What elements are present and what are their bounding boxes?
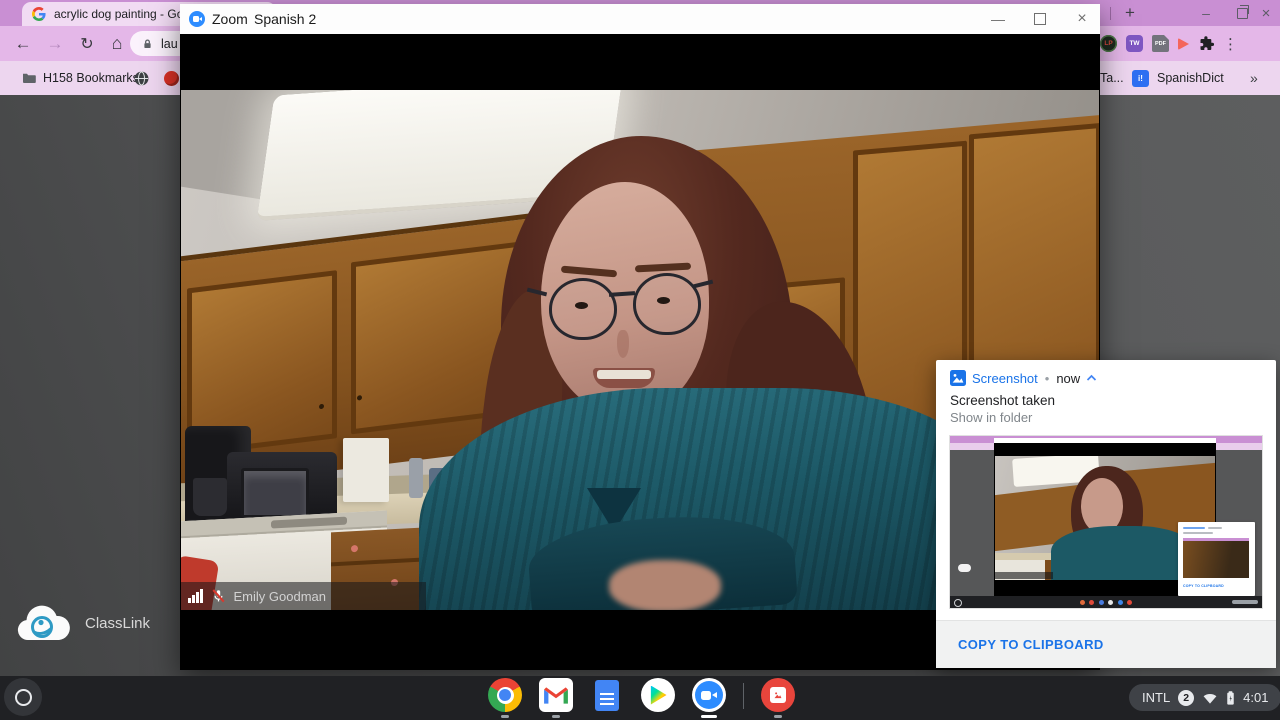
lastpass-extension-icon[interactable]: LP <box>1100 35 1117 52</box>
notification-time: now <box>1056 370 1081 386</box>
globe-favicon-icon <box>134 70 149 86</box>
forward-button[interactable]: → <box>40 26 70 61</box>
lock-icon <box>142 38 153 50</box>
shelf-item-play-store[interactable] <box>641 678 675 718</box>
glasses-left-lens <box>549 278 617 340</box>
participant-smile <box>593 368 655 388</box>
play-store-icon <box>641 678 675 712</box>
extensions-row: LP TW PDF ⋮ <box>1100 26 1238 61</box>
screenshot-app-icon <box>950 370 966 386</box>
reload-button[interactable]: ↻ <box>72 26 102 61</box>
shelf-separator <box>743 683 744 709</box>
status-tray[interactable]: INTL 2 4:01 <box>1129 684 1280 711</box>
classlink-cloud-icon <box>14 602 72 644</box>
bookmark-folder-label: H158 Bookmarks <box>43 71 139 85</box>
zoom-app-name: Zoom <box>212 11 248 27</box>
launcher-circle-icon <box>14 688 32 706</box>
tab-title: acrylic dog painting - Googl <box>54 7 200 21</box>
zoom-meeting-title: Spanish 2 <box>254 11 317 27</box>
collapse-chevron-icon[interactable] <box>1086 374 1097 382</box>
screenshot-notification[interactable]: Screenshot • now Screenshot taken Show i… <box>936 360 1276 668</box>
bookmarks-overflow-icon[interactable]: » <box>1250 61 1258 95</box>
shelf-item-docs[interactable] <box>590 678 624 718</box>
notification-footer: COPY TO CLIPBOARD <box>936 620 1276 668</box>
counter-bottle <box>409 458 423 498</box>
docs-icon <box>590 678 624 712</box>
spanishdict-icon: i! <box>1132 69 1149 87</box>
shelf-item-chrome[interactable] <box>488 678 522 718</box>
thumbnail-mini-action: COPY TO CLIPBOARD <box>1183 584 1224 588</box>
notification-source: Screenshot <box>972 370 1038 386</box>
red-favicon-icon <box>164 70 179 86</box>
extensions-puzzle-icon[interactable] <box>1198 35 1214 52</box>
zoom-title-bar[interactable]: Zoom Spanish 2 — × <box>180 4 1100 35</box>
spanishdict-label: SpanishDict <box>1157 71 1224 85</box>
browser-menu-icon[interactable]: ⋮ <box>1223 35 1238 53</box>
restore-icon <box>1236 4 1249 19</box>
address-text: lau <box>161 36 178 51</box>
home-button[interactable]: ⌂ <box>102 26 132 61</box>
bookmark-globe[interactable] <box>134 61 149 95</box>
muted-mic-icon <box>211 588 226 604</box>
battery-icon <box>1226 690 1235 706</box>
copy-to-clipboard-button[interactable]: COPY TO CLIPBOARD <box>958 637 1104 652</box>
screenshot-tool-icon <box>761 678 795 712</box>
signal-bars-icon <box>188 589 203 603</box>
gmail-running-indicator <box>552 715 560 718</box>
chromeos-shelf: INTL 2 4:01 <box>0 676 1280 720</box>
bookmarks-folder-icon <box>22 72 36 84</box>
participant-hand <box>609 560 721 610</box>
wifi-icon <box>1202 691 1218 705</box>
browser-minimize-button[interactable]: – <box>1192 0 1220 26</box>
notification-header: Screenshot • now <box>950 370 1097 386</box>
bookmark-truncated[interactable]: Ta... <box>1100 61 1124 95</box>
maximize-icon <box>1034 13 1046 25</box>
launcher-button[interactable] <box>4 678 42 716</box>
tw-extension-icon[interactable]: TW <box>1126 35 1143 52</box>
browser-close-button[interactable]: × <box>1252 0 1280 26</box>
zoom-close-button[interactable]: × <box>1067 4 1097 34</box>
classlink-label: ClassLink <box>85 614 151 632</box>
thumbnail-mini-shelf <box>950 596 1262 608</box>
play-extension-icon[interactable] <box>1178 37 1189 50</box>
notification-separator: • <box>1044 370 1050 386</box>
participant-face <box>526 182 714 414</box>
gmail-icon <box>539 678 573 712</box>
bookmark-folder-h158[interactable]: H158 Bookmarks <box>22 61 139 95</box>
classlink-logo[interactable]: ClassLink <box>14 602 150 644</box>
thumbnail-mini-notification: COPY TO CLIPBOARD <box>1178 522 1255 596</box>
bookmark-red-site[interactable] <box>164 61 179 95</box>
zoom-maximize-button[interactable] <box>1025 4 1055 34</box>
thumbnail-mini-launcher <box>954 599 962 607</box>
pdf-extension-icon[interactable]: PDF <box>1152 35 1169 52</box>
screenshot-thumbnail[interactable]: COPY TO CLIPBOARD <box>949 435 1263 609</box>
glasses-right-lens <box>633 273 701 335</box>
thumbnail-mini-status <box>1232 600 1258 604</box>
tab-separator <box>1110 7 1111 20</box>
zoom-shelf-icon <box>692 678 726 712</box>
participant-name-tag: Emily Goodman <box>181 582 426 610</box>
participant-name-label: Emily Goodman <box>233 588 326 604</box>
bookmark-spanishdict[interactable]: i! SpanishDict <box>1132 61 1224 95</box>
thumbnail-mini-classlink <box>958 564 971 572</box>
notification-title: Screenshot taken <box>950 393 1056 408</box>
notification-subtitle[interactable]: Show in folder <box>950 410 1032 425</box>
shelf-item-screenshot-tool[interactable] <box>761 678 795 718</box>
zoom-minimize-button[interactable]: — <box>983 4 1013 34</box>
shelf-apps <box>488 678 795 720</box>
keyboard-layout-label: INTL <box>1142 690 1171 705</box>
screenshot-tool-running-indicator <box>774 715 782 718</box>
google-favicon <box>32 7 46 21</box>
zoom-active-indicator <box>701 715 717 718</box>
zoom-app-icon <box>189 11 205 27</box>
counter-white-box <box>343 438 389 502</box>
shelf-item-zoom[interactable] <box>692 678 726 718</box>
clock-label: 4:01 <box>1243 690 1269 705</box>
shelf-item-gmail[interactable] <box>539 678 573 718</box>
new-tab-button[interactable]: + <box>1119 1 1141 25</box>
chrome-icon <box>488 678 522 712</box>
notification-count-badge: 2 <box>1178 689 1195 706</box>
back-button[interactable]: ← <box>8 26 38 61</box>
chrome-running-indicator <box>501 715 509 718</box>
